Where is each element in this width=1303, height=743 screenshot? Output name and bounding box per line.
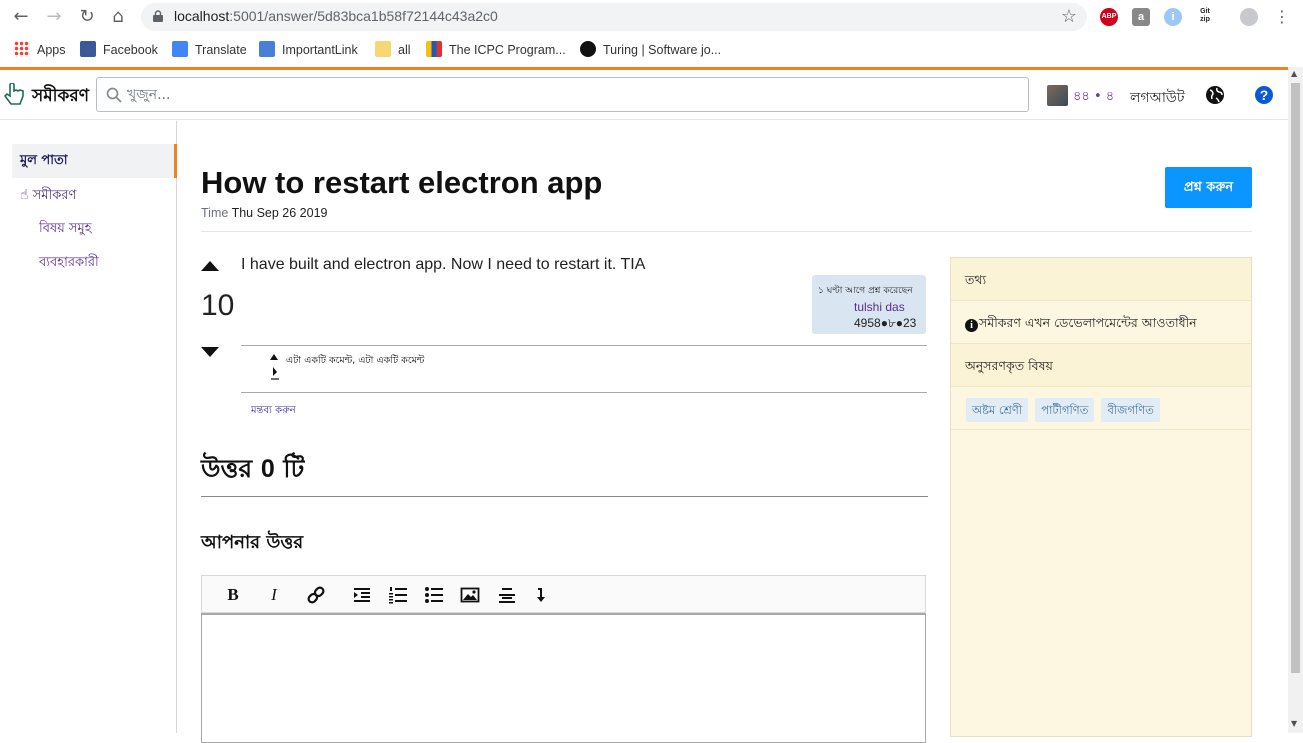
- info-icon: i: [965, 319, 978, 332]
- search-input[interactable]: [127, 84, 1007, 106]
- followed-topics-heading: অনুসরণকৃত বিষয়: [951, 344, 1251, 387]
- align-center-icon[interactable]: [497, 585, 517, 605]
- asked-time: ১ ঘণ্টা আগে প্রশ্ন করেছেন: [818, 286, 913, 296]
- divider: [201, 496, 928, 497]
- bookmark-apps[interactable]: Apps: [14, 41, 66, 59]
- browser-chrome: ← → ↻ ⌂ localhost:5001/answer/5d83bca1b5…: [0, 0, 1303, 67]
- comment-text: এটা একটি কমেন্ট, এটা একটি কমেন্ট: [286, 355, 425, 366]
- search-box[interactable]: [96, 77, 1029, 112]
- home-icon[interactable]: ⌂: [107, 6, 129, 28]
- editor-toolbar: B I: [201, 575, 926, 613]
- followed-tags: অষ্টম শ্রেণী পাটীগণিত বীজগণিত: [966, 398, 1162, 422]
- image-icon[interactable]: [460, 585, 480, 605]
- bookmarks-bar: Apps Facebook Translate ImportantLink al…: [0, 35, 1303, 65]
- owner-name-link[interactable]: tulshi das: [854, 300, 905, 314]
- development-notice: i সমীকরণ এখন ডেভেলাপমেন্টের আওতাধীন: [951, 301, 1251, 344]
- help-icon[interactable]: ?: [1254, 85, 1274, 105]
- lock-icon: [153, 10, 163, 22]
- bookmark-translate[interactable]: Translate: [172, 41, 247, 59]
- link-icon[interactable]: [306, 585, 326, 605]
- back-icon[interactable]: ←: [10, 6, 32, 28]
- sidebar-info-heading: তথ্য: [951, 258, 1251, 301]
- info-extension-icon[interactable]: i: [1164, 8, 1182, 26]
- bookmark-star-icon[interactable]: ☆: [1061, 6, 1077, 27]
- document-icon: [259, 41, 275, 57]
- svg-text:?: ?: [1260, 87, 1269, 103]
- time-value: Thu Sep 26 2019: [231, 206, 328, 220]
- bookmark-icpc[interactable]: The ICPC Program...: [426, 41, 566, 59]
- bookmark-importantlink[interactable]: ImportantLink: [259, 41, 358, 59]
- user-reputation[interactable]: ৪৪ • ৪: [1073, 87, 1114, 108]
- answers-heading: উত্তর 0 টি: [201, 454, 305, 483]
- search-icon: [106, 87, 122, 103]
- time-label: Time: [201, 206, 229, 220]
- question-owner-card: ১ ঘণ্টা আগে প্রশ্ন করেছেন tulshi das 495…: [812, 275, 926, 334]
- scroll-down-icon[interactable]: ▼: [1291, 719, 1297, 728]
- tag[interactable]: পাটীগণিত: [1035, 398, 1095, 422]
- site-logo[interactable]: সমীকরণ: [32, 83, 89, 111]
- answer-editor[interactable]: [201, 613, 926, 743]
- facebook-icon: [80, 41, 96, 57]
- nav-users[interactable]: ব্যবহারকারী: [12, 246, 177, 280]
- reload-icon[interactable]: ↻: [76, 6, 98, 28]
- nav-home[interactable]: মুল পাতা: [12, 144, 177, 178]
- nav-topics[interactable]: বিষয় সমুহ: [12, 212, 177, 246]
- apps-grid-icon: [14, 41, 30, 57]
- page-scrollbar[interactable]: ▲ ▼: [1288, 67, 1303, 733]
- adblock-icon[interactable]: ABP: [1100, 8, 1118, 26]
- bookmark-all[interactable]: all: [375, 41, 411, 59]
- bookmark-facebook[interactable]: Facebook: [80, 41, 158, 59]
- tag[interactable]: অষ্টম শ্রেণী: [966, 398, 1029, 422]
- question-body: I have built and electron app. Now I nee…: [241, 256, 646, 273]
- ask-question-button[interactable]: প্রশ্ন করুন: [1165, 167, 1252, 208]
- upvote-icon[interactable]: [201, 261, 219, 271]
- hand-pointer-icon: ☝: [20, 187, 29, 203]
- add-comment-link[interactable]: মন্তব্য করুন: [251, 403, 296, 420]
- icpc-icon: [426, 41, 442, 57]
- translate-icon: [172, 41, 188, 57]
- bold-icon[interactable]: B: [223, 585, 243, 605]
- owner-reputation: 4958●৮●23: [854, 316, 917, 330]
- comments-section: এটা একটি কমেন্ট, এটা একটি কমেন্ট: [241, 345, 927, 393]
- question-title[interactable]: How to restart electron app: [201, 165, 602, 201]
- scrollbar-thumb[interactable]: [1291, 83, 1300, 673]
- left-navigation: মুল পাতা ☝ সমীকরণ বিষয় সমুহ ব্যবহারকারী: [0, 121, 177, 733]
- flag-icon[interactable]: [271, 366, 279, 380]
- hand-pointer-icon[interactable]: [4, 83, 26, 107]
- main-content: How to restart electron app Time Thu Sep…: [201, 121, 1252, 743]
- turing-icon: [580, 41, 596, 57]
- app-header: সমীকরণ ৪৪ • ৪ লগআউট ?: [0, 70, 1288, 120]
- your-answer-heading: আপনার উত্তর: [201, 532, 304, 553]
- scroll-up-icon[interactable]: ▲: [1291, 69, 1297, 78]
- folder-icon: [375, 41, 391, 57]
- italic-icon[interactable]: I: [264, 585, 284, 605]
- browser-toolbar: ← → ↻ ⌂ localhost:5001/answer/5d83bca1b5…: [0, 0, 1303, 35]
- url-text: localhost:5001/answer/5d83bca1b58f72144c…: [174, 8, 498, 24]
- tag[interactable]: বীজগণিত: [1101, 398, 1160, 422]
- amazon-extension-icon[interactable]: a: [1132, 8, 1150, 26]
- info-sidebar: তথ্য i সমীকরণ এখন ডেভেলাপমেন্টের আওতাধীন …: [950, 257, 1252, 737]
- nav-equations[interactable]: ☝ সমীকরণ: [12, 178, 177, 212]
- profile-icon[interactable]: [1240, 8, 1258, 26]
- forward-icon[interactable]: →: [43, 6, 65, 28]
- indent-icon[interactable]: [352, 585, 372, 605]
- answer-count: 0: [260, 455, 275, 483]
- divider: [201, 231, 1252, 232]
- logout-link[interactable]: লগআউট: [1130, 86, 1184, 110]
- comment-upvote-icon[interactable]: [270, 354, 278, 360]
- numbered-list-icon[interactable]: [388, 585, 408, 605]
- menu-kebab-icon[interactable]: ⋮: [1271, 6, 1293, 28]
- globe-icon[interactable]: [1205, 85, 1225, 105]
- address-bar[interactable]: localhost:5001/answer/5d83bca1b58f72144c…: [141, 3, 1087, 31]
- avatar[interactable]: [1047, 85, 1068, 106]
- gitzip-icon[interactable]: Git zip: [1196, 8, 1214, 26]
- line-break-icon[interactable]: [530, 585, 550, 605]
- bookmark-turing[interactable]: Turing | Software jo...: [580, 41, 721, 59]
- vote-count: 10: [201, 289, 235, 322]
- question-meta: Time Thu Sep 26 2019: [201, 206, 328, 220]
- downvote-icon[interactable]: [201, 347, 219, 357]
- bullet-list-icon[interactable]: [424, 585, 444, 605]
